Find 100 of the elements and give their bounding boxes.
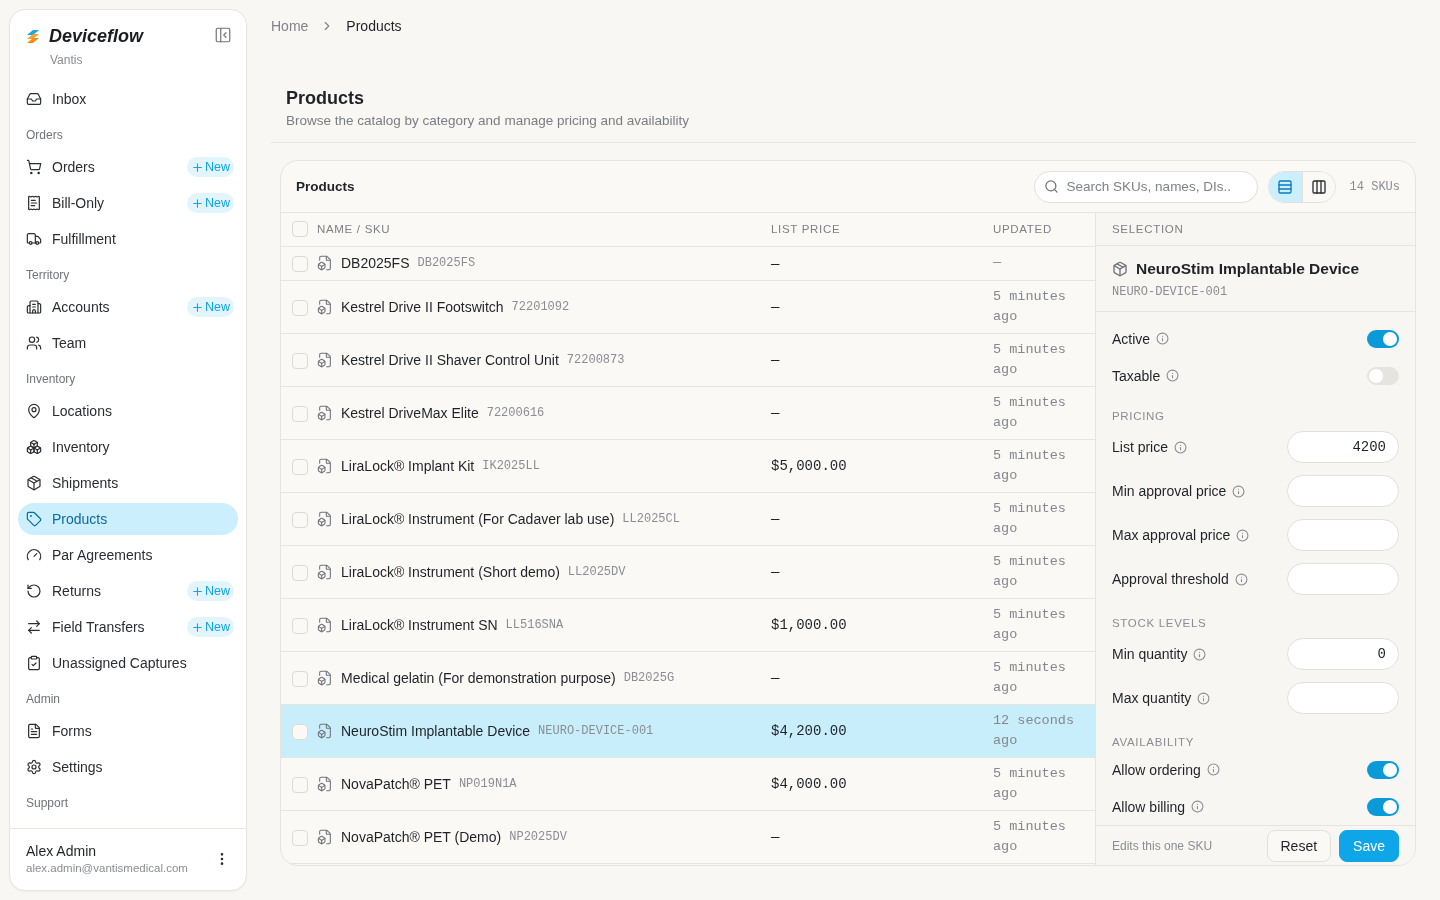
logo-icon [25, 28, 41, 45]
row-checkbox[interactable] [292, 564, 308, 581]
table-row[interactable]: LiraLock® Instrument (For Cadaver lab use) LL2025CL — 5 minutes ago [281, 492, 1095, 545]
view-toggle-button[interactable] [1301, 171, 1335, 202]
row-checkbox[interactable] [292, 776, 308, 793]
input-field[interactable] [1287, 682, 1399, 714]
row-checkbox[interactable] [292, 299, 308, 316]
product-sku: IK2025LL [482, 457, 540, 475]
section-label: STOCK LEVELS [1112, 616, 1208, 631]
list-price: — [771, 405, 780, 421]
input-field[interactable] [1287, 519, 1399, 551]
info-icon [1166, 369, 1180, 382]
table-row[interactable]: NovaPatch® PET (Demo) NP2025DV — 5 minutes ago [281, 810, 1095, 863]
plus-icon [191, 584, 204, 598]
nav-section-label: Support [25, 794, 70, 812]
collapse-sidebar-icon[interactable] [214, 26, 232, 44]
toggle-switch[interactable] [1367, 329, 1399, 348]
nav-item[interactable]: Products [18, 503, 238, 535]
nav-item[interactable]: Unassigned Captures [18, 647, 238, 679]
info-icon [1206, 763, 1220, 776]
nav-item[interactable]: Bill-Only New [18, 187, 238, 219]
nav-section-label: Orders [25, 126, 64, 144]
nav-section-label: Admin [25, 690, 61, 708]
row-checkbox[interactable] [292, 458, 308, 475]
table-row[interactable]: Kestrel Drive II Shaver Control Unit 72200873 — 5 minutes ago [281, 333, 1095, 386]
view-toggle-button[interactable] [1268, 171, 1302, 202]
table-row[interactable]: NeuroStim Implantable Device NEURO-DEVICE-001 $4,200.00 12 seconds ago [281, 704, 1095, 757]
nav-item[interactable]: Inbox [18, 83, 238, 115]
row-checkbox[interactable] [292, 829, 308, 846]
tag-icon [26, 511, 42, 527]
nav-item[interactable]: Fulfillment [18, 223, 238, 255]
product-sku: LL2025DV [567, 563, 626, 581]
product-sku: 72201092 [511, 298, 570, 316]
nav-item[interactable]: Par Agreements [18, 539, 238, 571]
toggle-switch[interactable] [1367, 760, 1399, 779]
nav-label: Accounts [52, 299, 111, 315]
product-sku: NP019N1A [458, 775, 517, 793]
table-row[interactable]: LiraLock® Instrument (Short demo) LL2025DV — 5 minutes ago [281, 545, 1095, 598]
select-all-checkbox[interactable] [292, 221, 308, 238]
org-name: Vantis [50, 53, 84, 67]
toggle-switch[interactable] [1367, 797, 1399, 816]
file-box-icon [317, 828, 333, 845]
updated-time: — [993, 254, 1003, 272]
row-checkbox[interactable] [292, 670, 308, 687]
table-row[interactable]: DB2025FS DB2025FS — — [281, 246, 1095, 280]
nav-item[interactable]: Shipments [18, 467, 238, 499]
updated-time: 5 minutes ago [993, 393, 1067, 432]
nav-label: Bill-Only [52, 195, 106, 211]
list-price: — [771, 352, 780, 368]
nav-item[interactable]: Field Transfers New [18, 611, 238, 643]
brand-name: Deviceflow [49, 26, 144, 47]
row-checkbox[interactable] [292, 617, 308, 634]
file-box-icon [317, 351, 333, 368]
product-name: LiraLock® Instrument SN [341, 615, 498, 635]
search-field[interactable]: Search SKUs, names, DIs.. [1033, 170, 1258, 203]
row-checkbox[interactable] [292, 723, 308, 740]
nav-item[interactable]: Forms [18, 715, 238, 747]
field-label: Active [1112, 330, 1151, 347]
footer-note: Edits this one SKU [1112, 838, 1214, 853]
input-field[interactable]: 0 [1287, 638, 1399, 670]
users-icon [26, 335, 42, 351]
input-field[interactable] [1287, 475, 1399, 507]
row-checkbox[interactable] [292, 511, 308, 528]
nav-section-label: Inventory [25, 370, 77, 388]
table-row[interactable]: Kestrel Drive II Footswitch 72201092 — 5 minutes ago [281, 280, 1095, 333]
nav-item[interactable]: Inventory [18, 431, 238, 463]
row-checkbox[interactable] [292, 405, 308, 422]
row-checkbox[interactable] [292, 352, 308, 369]
file-box-icon [317, 457, 333, 474]
table-row[interactable]: LiraLock® Implant Kit IK2025LL $5,000.00 5 minutes ago [281, 439, 1095, 492]
toggle-switch[interactable] [1367, 366, 1399, 385]
nav-item[interactable]: Locations [18, 395, 238, 427]
page-title: Products [286, 88, 365, 109]
nav-item[interactable]: Settings [18, 751, 238, 783]
clipboard-icon [26, 655, 42, 671]
product-name: Kestrel Drive II Footswitch [341, 297, 504, 317]
nav-label: Settings [52, 759, 104, 775]
file-box-icon [317, 510, 333, 527]
input-field[interactable]: 4200 [1287, 431, 1399, 463]
input-field[interactable] [1287, 563, 1399, 595]
table-row[interactable]: NovaPatch® PET NP019N1A $4,000.00 5 minutes ago [281, 757, 1095, 810]
card-title: Products [296, 179, 356, 194]
table-row[interactable]: Medical gelatin (For demonstration purpose) DB2025G — 5 minutes ago [281, 651, 1095, 704]
nav-item[interactable]: Team [18, 327, 238, 359]
nav-label: Fulfillment [52, 231, 117, 247]
nav-item[interactable]: Orders New [18, 151, 238, 183]
field-label: List price [1112, 439, 1169, 455]
nav-item[interactable]: Returns New [18, 575, 238, 607]
breadcrumb-link[interactable]: Home [271, 18, 309, 34]
rotate-icon [26, 583, 42, 599]
product-name: DB2025FS [341, 254, 410, 273]
nav-item[interactable]: Accounts New [18, 291, 238, 323]
reset-button[interactable]: Reset [1266, 829, 1332, 862]
row-checkbox[interactable] [292, 256, 308, 273]
product-name: LiraLock® Implant Kit [341, 456, 475, 476]
table-row[interactable]: Kestrel DriveMax Elite 72200616 — 5 minutes ago [281, 386, 1095, 439]
breadcrumb-link[interactable]: Products [346, 18, 402, 34]
field-label: Max quantity [1112, 690, 1192, 706]
table-row[interactable]: LiraLock® Instrument SN LL516SNA $1,000.00 5 minutes ago [281, 598, 1095, 651]
file-box-icon [317, 722, 333, 739]
